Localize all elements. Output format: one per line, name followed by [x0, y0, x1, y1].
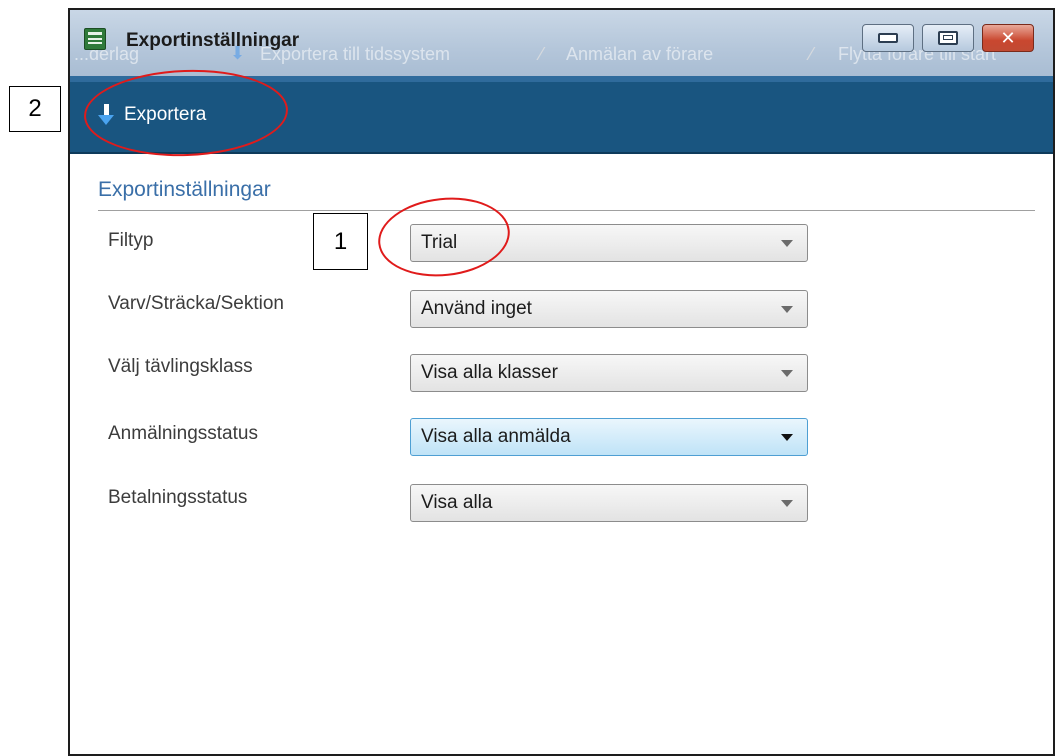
- betalningsstatus-value: Visa alla: [421, 492, 493, 513]
- tavlingsklass-label: Välj tävlingsklass: [108, 356, 253, 377]
- chevron-down-icon: [781, 499, 793, 507]
- minimize-icon: [878, 33, 898, 43]
- chevron-down-icon: [781, 305, 793, 313]
- title-bar[interactable]: ...derlag ⬇ Exportera till tidssystem ⁄ …: [70, 10, 1053, 76]
- varv-select[interactable]: Använd inget: [410, 290, 808, 328]
- chevron-down-icon: [781, 239, 793, 247]
- maximize-button[interactable]: [922, 24, 974, 52]
- chevron-down-icon: [781, 433, 793, 441]
- chevron-down-icon: [781, 369, 793, 377]
- annotation-marker-2: 2: [9, 86, 61, 132]
- close-icon: ✕: [1000, 28, 1016, 48]
- filtyp-label: Filtyp: [108, 230, 154, 251]
- varv-value: Använd inget: [421, 298, 532, 319]
- tavlingsklass-select[interactable]: Visa alla klasser: [410, 354, 808, 392]
- ghost-wand-icon: ⁄: [810, 44, 814, 64]
- annotation-marker-1: 1: [313, 213, 368, 270]
- anmalningsstatus-select[interactable]: Visa alla anmälda: [410, 418, 808, 456]
- ghost-wand-icon: ⁄: [540, 44, 544, 64]
- ghost-toolbar-item: Anmälan av förare: [566, 44, 714, 64]
- section-divider: [98, 210, 1035, 211]
- close-button[interactable]: ✕: [982, 24, 1034, 52]
- window-title: Exportinställningar: [126, 30, 300, 51]
- betalningsstatus-label: Betalningsstatus: [108, 487, 248, 508]
- section-title: Exportinställningar: [98, 178, 271, 201]
- anmalningsstatus-label: Anmälningsstatus: [108, 423, 258, 444]
- maximize-icon: [938, 31, 958, 45]
- tavlingsklass-value: Visa alla klasser: [421, 362, 558, 383]
- betalningsstatus-select[interactable]: Visa alla: [410, 484, 808, 522]
- minimize-button[interactable]: [862, 24, 914, 52]
- anmalningsstatus-value: Visa alla anmälda: [421, 426, 571, 447]
- varv-label: Varv/Sträcka/Sektion: [108, 293, 285, 314]
- app-icon: [84, 28, 106, 50]
